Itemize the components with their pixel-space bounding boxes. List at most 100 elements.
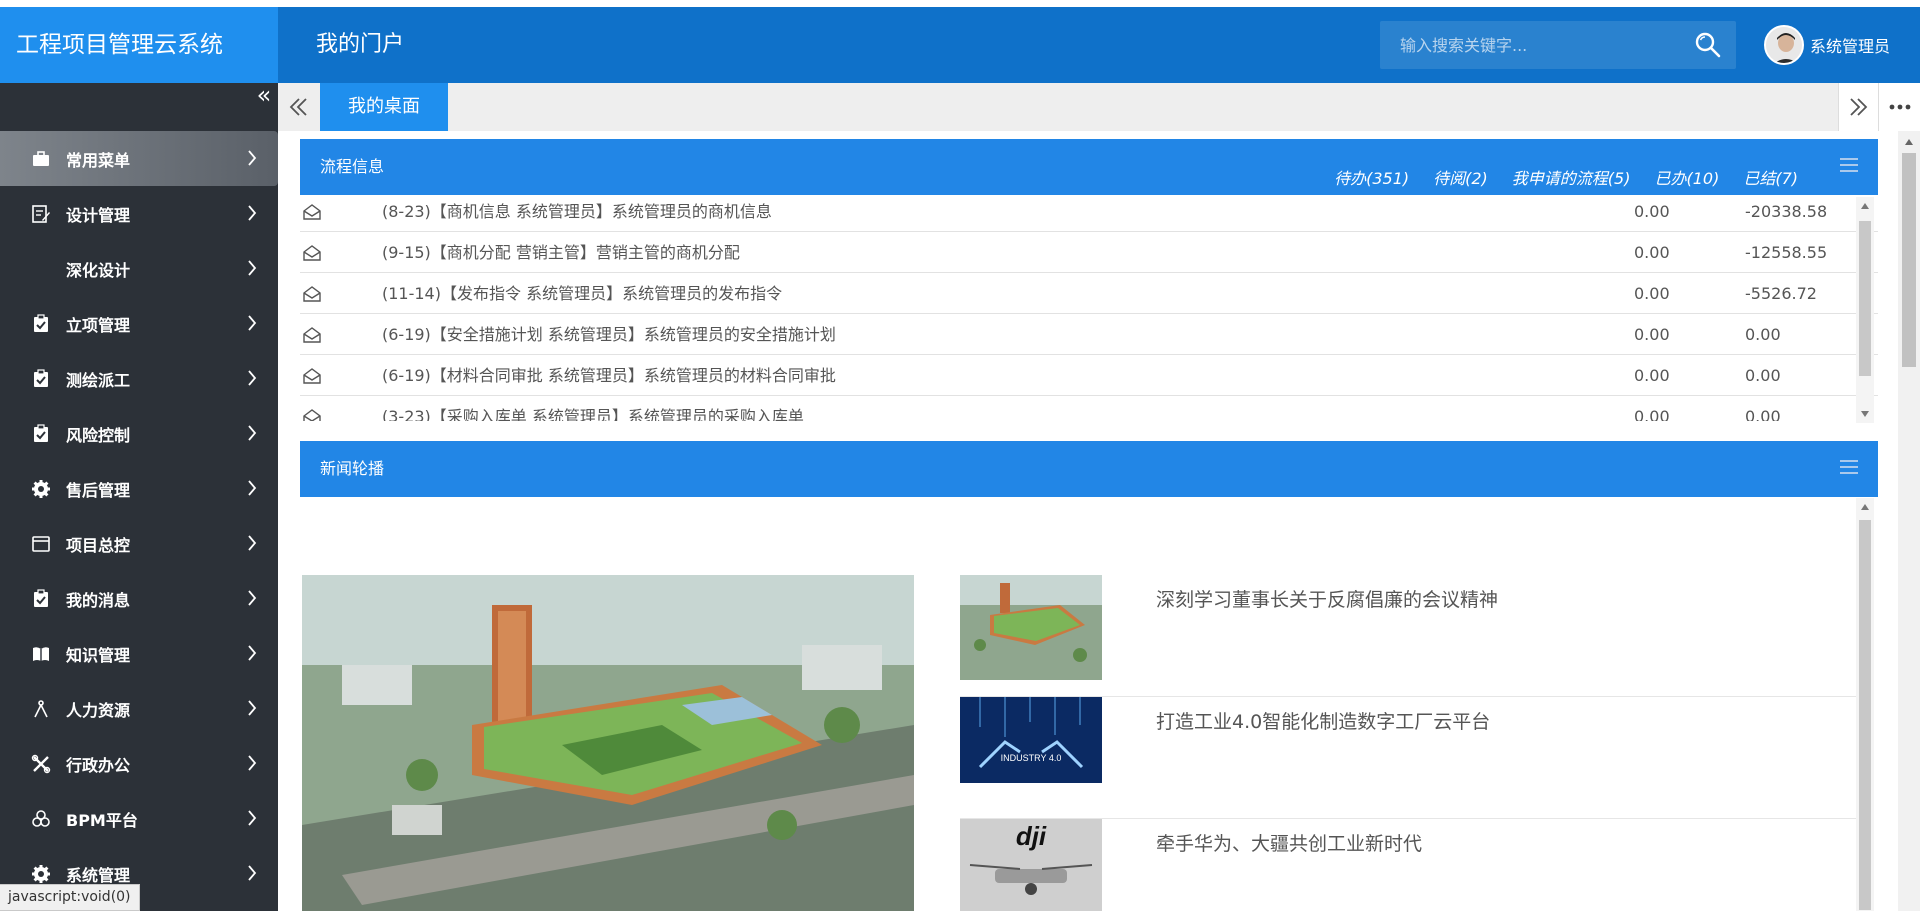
sidebar-item-label: 常用菜单 [66,150,131,170]
news-list: 深刻学习董事长关于反腐倡廉的会议精神 INDUSTRY 4.0 打造工业4.0智… [960,575,1856,911]
sidebar-item-project-approval[interactable]: 立项管理 [0,296,278,351]
flow-item-amount: 0.00 [1745,407,1781,421]
more-icon[interactable] [1878,83,1920,131]
news-item[interactable]: INDUSTRY 4.0 打造工业4.0智能化制造数字工厂云平台 [960,697,1856,819]
flow-list-scrollbar[interactable] [1856,197,1874,423]
envelope-open-icon [303,245,321,261]
gear-icon [30,478,52,500]
flow-item-title[interactable]: (6-19)【材料合同审批 系统管理员】系统管理员的材料合同审批 [382,355,836,396]
user-menu[interactable]: 系统管理员 [1764,25,1890,65]
scroll-up-icon[interactable] [1905,139,1913,145]
news-item[interactable]: dji 牵手华为、大疆共创工业新时代 [960,819,1856,911]
table-row[interactable]: (8-23)【商机信息 系统管理员】系统管理员的商机信息 0.00 -20338… [300,191,1878,232]
menu-lines-icon[interactable] [1838,155,1860,175]
flow-item-title[interactable]: (8-23)【商机信息 系统管理员】系统管理员的商机信息 [382,191,772,232]
flow-item-title[interactable]: (9-15)【商机分配 营销主管】营销主管的商机分配 [382,232,740,273]
flow-item-title[interactable]: (6-19)【安全措施计划 系统管理员】系统管理员的安全措施计划 [382,314,836,355]
sidebar-item-design[interactable]: 设计管理 [0,186,278,241]
avatar [1764,25,1804,65]
sidebar-item-label: BPM平台 [66,810,138,830]
sidebar-item-label: 知识管理 [66,645,131,665]
tab-scroll-left-icon[interactable] [278,83,318,131]
table-row[interactable]: (3-23)【采购入库单 系统管理员】系统管理员的采购入库单 0.00 0.00 [300,396,1878,421]
news-item-title[interactable]: 深刻学习董事长关于反腐倡廉的会议精神 [1156,585,1498,612]
scroll-down-icon[interactable] [1861,411,1869,417]
scrollbar-thumb[interactable] [1859,221,1871,376]
news-item-title[interactable]: 打造工业4.0智能化制造数字工厂云平台 [1156,707,1490,734]
page-scrollbar[interactable] [1898,131,1920,911]
flow-item-amount: 0.00 [1745,366,1781,385]
sidebar-item-after-sales[interactable]: 售后管理 [0,461,278,516]
main-content: 流程信息 待办(351) 待阅(2) 我申请的流程(5) 已办(10) 已结(7… [278,131,1898,911]
sidebar-item-bpm[interactable]: BPM平台 [0,791,278,846]
sidebar-item-label: 风险控制 [66,425,131,445]
flow-tab-to-read[interactable]: 待阅(2) [1433,165,1488,189]
sidebar-item-knowledge[interactable]: 知识管理 [0,626,278,681]
top-strip [0,0,1920,7]
flow-item-value: 0.00 [1634,284,1670,303]
user-name: 系统管理员 [1810,37,1891,56]
chevron-right-icon [248,755,257,771]
sidebar-item-project-control[interactable]: 项目总控 [0,516,278,571]
news-thumbnail[interactable]: INDUSTRY 4.0 [960,697,1102,783]
sidebar-item-label: 项目总控 [66,535,131,555]
search-box [1380,21,1736,69]
book-icon [30,643,52,665]
chevron-right-icon [248,315,257,331]
flow-tab-done[interactable]: 已办(10) [1654,165,1719,189]
chevron-right-icon [248,260,257,276]
chevron-right-icon [248,865,257,881]
news-item[interactable]: 深刻学习董事长关于反腐倡廉的会议精神 [960,575,1856,697]
chevron-right-icon [248,480,257,496]
envelope-open-icon [303,286,321,302]
tab-scroll-right-icon[interactable] [1838,83,1878,131]
status-bar: javascript:void(0) [0,884,140,911]
sidebar-item-detailed-design[interactable]: 深化设计 [0,241,278,296]
sidebar: « 常用菜单 设计管理 深化设计 立项管理 测绘派工 风险控制 售后管理 项目总… [0,83,278,911]
table-row[interactable]: (6-19)【材料合同审批 系统管理员】系统管理员的材料合同审批 0.00 0.… [300,355,1878,396]
chevron-right-icon [248,700,257,716]
news-thumbnail[interactable] [960,575,1102,680]
flow-item-value: 0.00 [1634,202,1670,221]
flow-item-title[interactable]: (3-23)【采购入库单 系统管理员】系统管理员的采购入库单 [382,396,804,421]
scrollbar-thumb[interactable] [1859,520,1871,910]
flow-tab-closed[interactable]: 已结(7) [1743,165,1798,189]
sidebar-item-common-menu[interactable]: 常用菜单 [0,131,278,186]
table-row[interactable]: (6-19)【安全措施计划 系统管理员】系统管理员的安全措施计划 0.00 0.… [300,314,1878,355]
flow-panel-header: 流程信息 待办(351) 待阅(2) 我申请的流程(5) 已办(10) 已结(7… [300,139,1878,195]
news-thumb-text: dji [1016,821,1047,851]
envelope-open-icon [303,327,321,343]
flow-item-amount: -20338.58 [1745,202,1828,221]
scroll-up-icon[interactable] [1861,504,1869,510]
news-thumbnail[interactable]: dji [960,819,1102,911]
news-scrollbar[interactable] [1856,498,1874,911]
news-panel-title: 新闻轮播 [320,459,385,478]
envelope-open-icon [303,368,321,384]
flow-tab-my-applications[interactable]: 我申请的流程(5) [1512,165,1631,189]
table-row[interactable]: (9-15)【商机分配 营销主管】营销主管的商机分配 0.00 -12558.5… [300,232,1878,273]
search-icon[interactable] [1694,31,1722,59]
news-item-title[interactable]: 牵手华为、大疆共创工业新时代 [1156,829,1422,856]
collapse-sidebar-icon[interactable]: « [254,83,274,107]
scroll-up-icon[interactable] [1861,203,1869,209]
flow-item-amount: 0.00 [1745,325,1781,344]
envelope-open-icon [303,409,321,421]
sidebar-item-admin-office[interactable]: 行政办公 [0,736,278,791]
tab-my-desktop[interactable]: 我的桌面 [320,83,448,131]
flow-tab-todo[interactable]: 待办(351) [1334,165,1409,189]
sidebar-item-label: 深化设计 [66,260,131,280]
sidebar-item-risk-control[interactable]: 风险控制 [0,406,278,461]
menu-lines-icon[interactable] [1838,457,1860,477]
scrollbar-thumb[interactable] [1902,153,1916,367]
table-row[interactable]: (11-14)【发布指令 系统管理员】系统管理员的发布指令 0.00 -5526… [300,273,1878,314]
app-window: 工程项目管理云系统 我的门户 系统管理员 « 常用菜单 设计管理 [0,0,1920,911]
flow-item-title[interactable]: (11-14)【发布指令 系统管理员】系统管理员的发布指令 [382,273,782,314]
news-main-image[interactable] [302,575,914,911]
flow-tabs: 待办(351) 待阅(2) 我申请的流程(5) 已办(10) 已结(7) [1310,165,1798,189]
sidebar-item-hr[interactable]: 人力资源 [0,681,278,736]
sidebar-item-survey-dispatch[interactable]: 测绘派工 [0,351,278,406]
chevron-right-icon [248,645,257,661]
sidebar-item-my-messages[interactable]: 我的消息 [0,571,278,626]
app-title[interactable]: 工程项目管理云系统 [0,7,278,83]
search-input[interactable] [1380,21,1680,69]
